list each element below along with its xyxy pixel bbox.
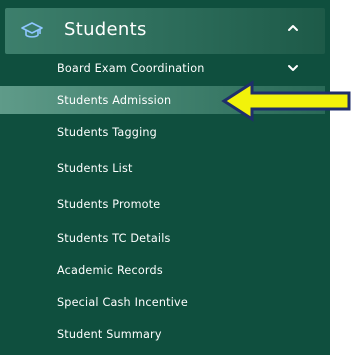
section-title: Students [64, 19, 147, 40]
menu-item-label: Students List [57, 161, 133, 175]
menu-item-label: Special Cash Incentive [57, 295, 188, 309]
menu-item-board-exam-coordination[interactable]: Board Exam Coordination [5, 54, 325, 82]
menu-item-academic-records[interactable]: Academic Records [5, 256, 325, 284]
menu-item-special-cash-incentive[interactable]: Special Cash Incentive [5, 288, 325, 316]
menu-item-students-list[interactable]: Students List [5, 154, 325, 182]
annotation-arrow [221, 80, 351, 122]
students-section-header[interactable]: Students [5, 8, 325, 54]
menu-item-student-summary[interactable]: Student Summary [5, 320, 325, 348]
menu-item-students-tagging[interactable]: Students Tagging [5, 118, 325, 146]
menu-item-label: Board Exam Coordination [57, 61, 205, 75]
menu-item-label: Students Tagging [57, 125, 157, 139]
graduation-cap-icon [21, 22, 43, 38]
chevron-up-icon[interactable] [285, 20, 301, 36]
chevron-down-icon[interactable] [287, 63, 299, 73]
sidebar-panel: Students Board Exam Coordination Student… [0, 0, 330, 355]
menu-item-students-promote[interactable]: Students Promote [5, 190, 325, 218]
menu-item-label: Students Admission [57, 93, 172, 107]
menu-item-label: Student Summary [57, 327, 162, 341]
menu-item-label: Academic Records [57, 263, 163, 277]
menu-item-students-tc-details[interactable]: Students TC Details [5, 224, 325, 252]
content-area-edge [330, 0, 351, 355]
menu-item-label: Students TC Details [57, 231, 171, 245]
menu-item-label: Students Promote [57, 197, 161, 211]
